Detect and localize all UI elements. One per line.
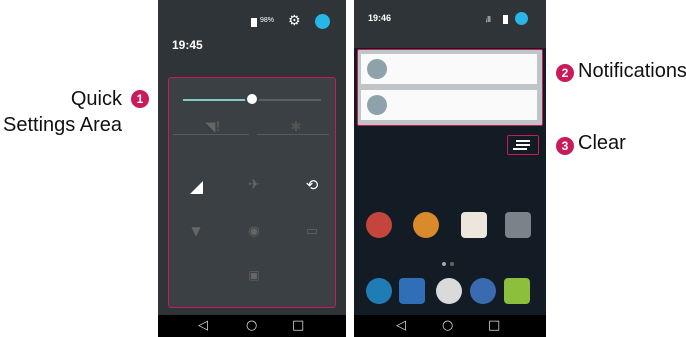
flashlight-icon[interactable]: ▼	[185, 220, 207, 242]
airplane-icon[interactable]: ✈	[243, 174, 265, 196]
notification-header: 19:46 ᵢll	[354, 0, 546, 48]
contacts-icon[interactable]	[399, 278, 425, 304]
camera-icon[interactable]	[505, 212, 531, 238]
nav-bar: ◁ ○ □	[354, 315, 546, 337]
quick-settings-area: ◥! ✱ ✈ ⟲ ▼ ◉ ▭ ▣	[168, 77, 336, 308]
clock: 19:45	[172, 38, 203, 52]
apps-icon[interactable]	[436, 278, 462, 304]
signal-icon[interactable]	[185, 176, 207, 198]
rotation-icon[interactable]: ⟲	[301, 174, 323, 196]
signal-icon: ᵢll	[486, 15, 491, 24]
clear-all-button[interactable]	[507, 135, 539, 155]
browser-icon[interactable]	[470, 278, 496, 304]
screen-icon[interactable]: ▣	[243, 264, 265, 286]
brightness-fill	[183, 99, 253, 101]
recent-apps-button[interactable]: □	[292, 318, 304, 333]
home-button[interactable]: ○	[246, 318, 257, 333]
status-bar: 98% ⚙	[158, 0, 346, 36]
cast-icon[interactable]: ▭	[301, 220, 323, 242]
notifications-area	[357, 49, 543, 126]
notification-item-usb[interactable]	[361, 90, 537, 120]
callout-number-2: 2	[556, 64, 574, 82]
recent-apps-button[interactable]: □	[488, 318, 500, 333]
account-icon[interactable]	[315, 14, 330, 29]
quick-label-line2: Settings Area	[3, 114, 122, 136]
callout-number-1: 1	[131, 90, 149, 108]
battery-icon	[503, 15, 508, 24]
left-phone-screen: 98% ⚙ 19:45 ◥! ✱ ✈ ⟲ ▼ ◉ ▭ ▣ ◁ ○ □	[158, 0, 346, 337]
battery-icon	[251, 18, 257, 27]
clear-label: Clear	[578, 132, 626, 154]
store-icon[interactable]	[461, 212, 487, 238]
brightness-slider[interactable]	[183, 92, 321, 106]
notification-item-wifi[interactable]	[361, 54, 537, 84]
brightness-icon[interactable]	[245, 92, 259, 106]
gear-icon[interactable]: ⚙	[288, 13, 301, 29]
chrome-icon[interactable]	[413, 212, 439, 238]
callout-number-3: 3	[556, 137, 574, 155]
back-button[interactable]: ◁	[198, 318, 208, 333]
clock: 19:46	[368, 13, 392, 23]
location-off-icon[interactable]: ◉	[243, 220, 265, 242]
battery-percent: 98%	[260, 17, 275, 24]
quick-settings-label: Quick Settings Area	[0, 86, 122, 138]
notifications-label: Notifications	[578, 60, 686, 82]
quick-label-line1: Quick	[70, 88, 122, 110]
page-indicator	[442, 262, 446, 266]
wifi-icon	[367, 59, 387, 79]
right-phone-screen: 19:46 ᵢll ◁ ○ □	[354, 0, 546, 337]
messaging-icon[interactable]	[504, 278, 530, 304]
phone-icon[interactable]	[366, 278, 392, 304]
qs-divider-2	[257, 134, 329, 135]
clear-all-icon	[516, 140, 530, 142]
home-button[interactable]: ○	[442, 318, 453, 333]
qs-divider-1	[173, 134, 249, 135]
nav-bar: ◁ ○ □	[158, 315, 346, 337]
google-icon[interactable]	[366, 212, 392, 238]
usb-icon	[367, 95, 387, 115]
account-icon[interactable]	[515, 12, 528, 25]
back-button[interactable]: ◁	[396, 318, 406, 333]
